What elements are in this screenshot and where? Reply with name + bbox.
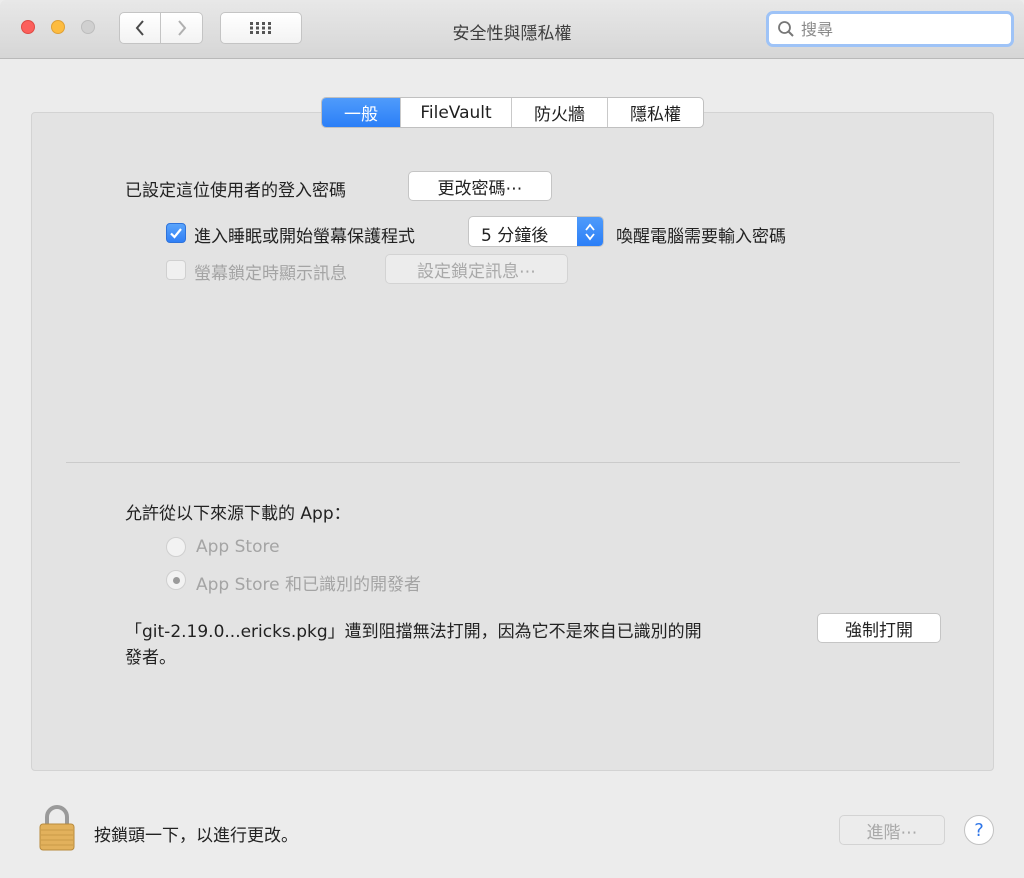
lock-message-checkbox[interactable] (166, 260, 186, 280)
chevron-right-icon (177, 20, 186, 36)
search-field[interactable] (766, 11, 1014, 47)
require-password-checkbox[interactable] (166, 223, 186, 243)
password-delay-select[interactable]: 5 分鐘後 (468, 216, 604, 247)
show-all-button[interactable] (220, 12, 302, 44)
tab-general[interactable]: 一般 (322, 98, 400, 127)
lock-message-label: 螢幕鎖定時顯示訊息 (194, 264, 347, 284)
radio-app-store-identified[interactable] (166, 570, 186, 590)
close-window-button[interactable] (21, 20, 35, 34)
updown-arrows-icon (577, 217, 603, 246)
change-password-button[interactable]: 更改密碼⋯ (408, 171, 552, 201)
checkmark-icon (170, 228, 182, 239)
chevron-left-icon (135, 20, 144, 36)
blocked-app-message-line1: 「git-2.19.0...ericks.pkg」遭到阻擋無法打開，因為它不是來… (125, 622, 702, 642)
require-password-label: 進入睡眠或開始螢幕保護程式 (194, 227, 415, 247)
radio-selected-dot (172, 576, 180, 584)
window-title: 安全性與隱私權 (452, 24, 572, 44)
forward-button[interactable] (161, 12, 203, 44)
title-bar: 安全性與隱私權 (0, 0, 1024, 59)
grid-icon (250, 22, 271, 34)
back-button[interactable] (119, 12, 161, 44)
radio-app-store-label: App Store (196, 537, 280, 557)
zoom-window-button[interactable] (81, 20, 95, 34)
blocked-app-message-line2: 發者。 (125, 648, 176, 668)
open-anyway-button[interactable]: 強制打開 (817, 613, 941, 643)
require-password-suffix: 喚醒電腦需要輸入密碼 (616, 227, 786, 247)
content-panel (31, 112, 994, 771)
tab-filevault[interactable]: FileVault (400, 98, 511, 127)
radio-app-store[interactable] (166, 537, 186, 557)
radio-app-store-identified-label: App Store 和已識別的開發者 (196, 575, 421, 595)
password-set-label: 已設定這位使用者的登入密碼 (125, 181, 346, 201)
tab-firewall[interactable]: 防火牆 (511, 98, 607, 127)
section-divider (66, 462, 960, 463)
search-input[interactable] (801, 19, 1001, 39)
set-lock-message-button[interactable]: 設定鎖定訊息⋯ (385, 254, 568, 284)
lock-instruction-text: 按鎖頭一下，以進行更改。 (94, 826, 298, 846)
help-button[interactable]: ? (964, 815, 994, 845)
tab-privacy[interactable]: 隱私權 (607, 98, 703, 127)
tab-bar: 一般 FileVault 防火牆 隱私權 (321, 97, 704, 128)
lock-icon[interactable] (38, 803, 76, 855)
password-delay-value: 5 分鐘後 (481, 226, 549, 246)
search-icon (777, 20, 795, 38)
advanced-button[interactable]: 進階⋯ (839, 815, 945, 845)
download-sources-heading: 允許從以下來源下載的 App： (125, 504, 351, 524)
minimize-window-button[interactable] (51, 20, 65, 34)
